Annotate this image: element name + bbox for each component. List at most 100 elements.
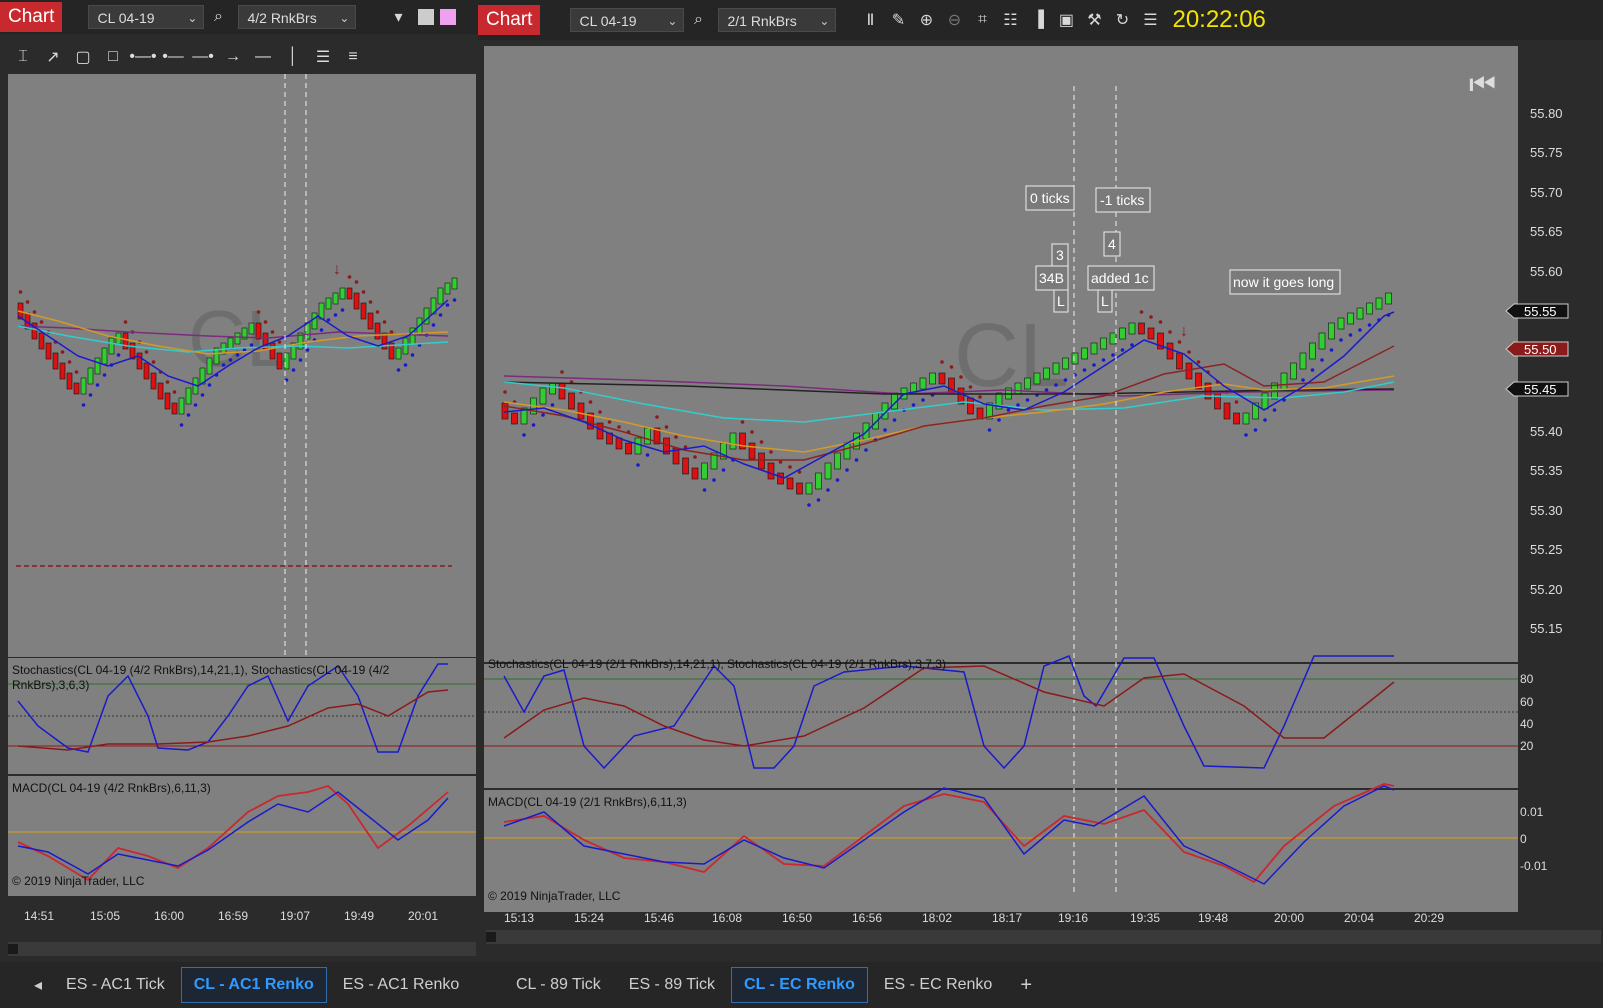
right-bartype-value: 2/1 RnkBrs	[727, 13, 797, 29]
stop-dot	[845, 468, 849, 472]
tab-cl-89-tick[interactable]: CL - 89 Tick	[504, 968, 613, 1002]
stop-dot	[382, 320, 387, 324]
stop-dot	[74, 370, 79, 374]
stop-dot	[921, 398, 925, 402]
renko-bar	[87, 367, 94, 385]
stop-dot	[1054, 383, 1058, 387]
stop-dot	[541, 413, 545, 417]
renko-bar	[929, 372, 936, 385]
renko-bar	[1299, 352, 1307, 370]
time-label: 16:56	[852, 911, 882, 925]
renko-bar	[150, 372, 157, 390]
stop-dot	[60, 350, 65, 354]
tab-cl-ec-renko[interactable]: CL - EC Renko	[731, 967, 868, 1003]
right-instrument-value: CL 04-19	[579, 13, 637, 29]
price-marker: 55.55	[1524, 304, 1557, 319]
zoom-out-icon[interactable]: ⊖	[942, 10, 966, 30]
stop-dot	[598, 410, 602, 414]
renko-bar	[748, 442, 756, 460]
stop-dot	[1092, 363, 1096, 367]
renko-bar	[691, 467, 699, 480]
left-chart-menu-button[interactable]: Chart	[0, 2, 63, 32]
tab-es-ac1-tick[interactable]: ES - AC1 Tick	[54, 968, 177, 1002]
left-down-arrow-icon: ↓	[333, 261, 341, 278]
tab-scroll-left-icon[interactable]: ◂	[34, 975, 42, 995]
stop-dot	[179, 423, 184, 427]
renko-bar	[451, 277, 458, 290]
scroll-left-icon[interactable]	[486, 932, 496, 942]
data-box-icon[interactable]: ☷	[998, 10, 1022, 30]
price-label: 55.80	[1530, 106, 1563, 121]
stop-dot	[693, 455, 697, 459]
clock-readout: 20:22:06	[1172, 6, 1266, 33]
stop-dot	[410, 353, 415, 357]
annotation-goes-long: now it goes long	[1233, 274, 1334, 290]
search-icon[interactable]: ⌕	[206, 8, 230, 26]
renko-bar	[1071, 352, 1079, 365]
add-tab-button[interactable]: +	[1008, 968, 1044, 1002]
stop-dot	[249, 343, 254, 347]
stop-dot	[207, 383, 212, 387]
stop-dot	[1244, 433, 1248, 437]
indicators-icon[interactable]: ▐	[1026, 11, 1050, 29]
stop-dot	[864, 448, 868, 452]
stop-dot	[81, 403, 86, 407]
strategies-icon[interactable]: ▣	[1054, 10, 1078, 30]
renko-bar	[539, 387, 547, 405]
right-horizontal-scrollbar[interactable]	[486, 930, 1601, 944]
right-instrument-selector[interactable]: CL 04-19 ⌄	[570, 8, 685, 32]
refresh-icon[interactable]: ↻	[1110, 10, 1134, 30]
chart-trader-icon[interactable]: ⚒	[1082, 10, 1106, 30]
pencil-icon[interactable]: ✎	[886, 10, 910, 30]
stop-dot	[1320, 358, 1324, 362]
stop-dot	[1329, 348, 1334, 352]
stop-dot	[431, 323, 436, 327]
search-icon[interactable]: ⌕	[686, 11, 710, 29]
tab-cl-ac1-renko[interactable]: CL - AC1 Renko	[180, 967, 327, 1003]
left-chart-area[interactable]: CL ↓ Stochastics(CL 04-19 (4/2 RnkBrs),1…	[8, 36, 476, 928]
chevron-down-icon[interactable]: ▾	[386, 7, 410, 27]
right-bartype-selector[interactable]: 2/1 RnkBrs ⌄	[718, 8, 837, 32]
crosshair-icon[interactable]: ⌗	[970, 11, 994, 29]
renko-bar	[1214, 392, 1221, 410]
left-bartype-selector[interactable]: 4/2 RnkBrs ⌄	[238, 5, 357, 29]
renko-bar	[1128, 322, 1136, 335]
bar-style-icon[interactable]: Ⅱ	[858, 10, 882, 30]
tab-es-89-tick[interactable]: ES - 89 Tick	[617, 968, 727, 1002]
time-label: 19:16	[1058, 911, 1088, 925]
right-chart-menu-button[interactable]: Chart	[478, 5, 541, 35]
left-window-square-icon[interactable]	[418, 9, 435, 25]
left-window-pink-icon[interactable]	[440, 9, 457, 25]
zoom-in-icon[interactable]: ⊕	[914, 10, 938, 30]
annotation-l1: L	[1057, 293, 1065, 309]
left-bartype-value: 4/2 RnkBrs	[247, 10, 317, 26]
stop-dot	[550, 403, 555, 407]
renko-bar	[1309, 342, 1316, 360]
stop-dot	[655, 415, 659, 419]
renko-bar	[568, 392, 575, 410]
stop-dot	[769, 450, 773, 454]
stop-dot	[854, 458, 859, 462]
renko-bar	[1043, 367, 1050, 380]
properties-icon[interactable]: ☰	[1138, 10, 1162, 30]
right-chart-area[interactable]: CL ⏮ 55.80 55.75 55.70 55.65 55.60 55.40…	[484, 46, 1603, 928]
right-macd-label: MACD(CL 04-19 (2/1 RnkBrs),6,11,3)	[488, 795, 687, 809]
renko-bar	[1347, 312, 1354, 325]
renko-bar	[815, 472, 822, 490]
stop-dot	[88, 393, 93, 397]
scroll-left-icon[interactable]	[8, 944, 18, 954]
renko-bar	[1242, 412, 1250, 425]
price-label: 55.70	[1530, 185, 1563, 200]
stop-dot	[911, 403, 916, 407]
stop-dot	[702, 488, 707, 492]
stop-dot	[291, 368, 296, 372]
renko-bar	[255, 322, 262, 340]
left-instrument-selector[interactable]: CL 04-19 ⌄	[88, 5, 205, 29]
renko-bar	[143, 362, 150, 380]
stop-dot	[1139, 310, 1144, 314]
left-horizontal-scrollbar[interactable]	[8, 942, 476, 956]
rewind-icon[interactable]: ⏮	[1469, 68, 1496, 101]
tab-es-ac1-renko[interactable]: ES - AC1 Renko	[331, 968, 472, 1002]
tab-es-ec-renko[interactable]: ES - EC Renko	[872, 968, 1004, 1002]
stop-dot	[645, 453, 650, 457]
